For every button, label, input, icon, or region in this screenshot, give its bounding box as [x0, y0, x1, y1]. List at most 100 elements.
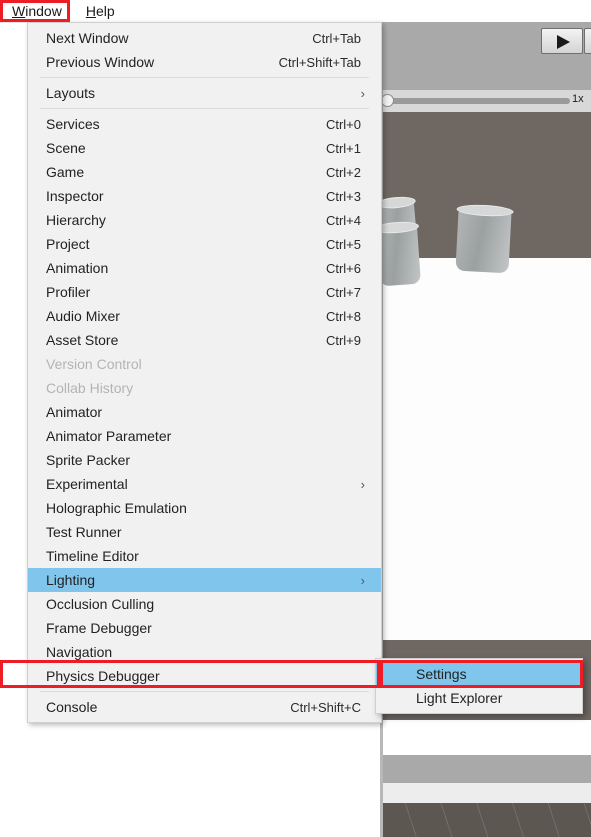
menu-item-timeline-editor[interactable]: Timeline Editor: [28, 544, 381, 568]
scene-grid: [380, 803, 591, 837]
menu-item-shortcut: Ctrl+Shift+C: [290, 699, 361, 715]
menu-item-label: Timeline Editor: [46, 548, 139, 564]
playback-speed-slider[interactable]: [390, 98, 570, 104]
menubar-item-help-rest: elp: [95, 3, 115, 19]
menubar-item-window-rest: indow: [25, 3, 62, 19]
menu-item-label: Console: [46, 699, 98, 715]
chevron-right-icon: ›: [360, 572, 365, 588]
menu-item-animator[interactable]: Animator: [28, 400, 381, 424]
menu-item-project[interactable]: Project Ctrl+5: [28, 232, 381, 256]
menu-item-shortcut: Ctrl+6: [325, 260, 361, 276]
menu-item-label: Animator: [46, 404, 103, 420]
menu-item-label: Physics Debugger: [46, 668, 160, 684]
menu-item-label: Experimental: [46, 476, 128, 492]
playback-speed-label: 1x: [572, 93, 584, 105]
menu-item-label: Holographic Emulation: [46, 500, 187, 516]
menu-separator: [40, 77, 369, 78]
menu-item-label: Version Control: [46, 356, 142, 372]
menu-item-version-control: Version Control: [28, 352, 381, 376]
menu-item-label: Profiler: [46, 284, 91, 300]
menu-item-shortcut: Ctrl+1: [325, 140, 361, 156]
play-icon: [557, 35, 570, 49]
menu-item-animator-parameter[interactable]: Animator Parameter: [28, 424, 381, 448]
menu-item-collab-history: Collab History: [28, 376, 381, 400]
menu-item-shortcut: Ctrl+7: [325, 284, 361, 300]
menu-item-shortcut: Ctrl+Shift+Tab: [278, 54, 361, 70]
menubar-item-window[interactable]: Window: [0, 0, 74, 22]
menu-item-label: Lighting: [46, 572, 96, 588]
menu-item-asset-store[interactable]: Asset Store Ctrl+9: [28, 328, 381, 352]
menu-item-shortcut: Ctrl+5: [325, 236, 361, 252]
menu-item-layouts[interactable]: Layouts ›: [28, 81, 381, 105]
scene-floor: [380, 258, 591, 640]
menu-item-label: Frame Debugger: [46, 620, 152, 636]
menu-item-frame-debugger[interactable]: Frame Debugger: [28, 616, 381, 640]
menu-item-lighting[interactable]: Lighting ›: [28, 568, 381, 592]
menu-separator: [40, 108, 369, 109]
menu-item-next-window[interactable]: Next Window Ctrl+Tab: [28, 26, 381, 50]
window-dropdown-menu: Next Window Ctrl+Tab Previous Window Ctrl+S…: [27, 22, 382, 723]
menubar: Window Help: [0, 0, 127, 22]
menu-item-animation[interactable]: Animation Ctrl+6: [28, 256, 381, 280]
menu-item-label: Inspector: [46, 188, 104, 204]
menu-item-label: Project: [46, 236, 90, 252]
menu-item-label: Light Explorer: [416, 690, 503, 706]
menubar-item-help[interactable]: Help: [74, 0, 127, 22]
scene-object-cup: [455, 203, 514, 274]
menu-item-shortcut: Ctrl+2: [325, 164, 361, 180]
menu-item-label: Previous Window: [46, 54, 155, 70]
menu-item-label: Next Window: [46, 30, 129, 46]
menu-item-label: Collab History: [46, 380, 134, 396]
menu-item-label: Services: [46, 116, 100, 132]
menu-separator: [40, 691, 369, 692]
menu-item-services[interactable]: Services Ctrl+0: [28, 112, 381, 136]
menu-item-settings[interactable]: Settings: [376, 662, 582, 686]
menu-item-audio-mixer[interactable]: Audio Mixer Ctrl+8: [28, 304, 381, 328]
scene-object-cup: [373, 220, 421, 287]
menu-item-label: Navigation: [46, 644, 113, 660]
menu-item-label: Sprite Packer: [46, 452, 131, 468]
menubar-item-window-mnemonic: W: [12, 3, 26, 19]
menu-item-inspector[interactable]: Inspector Ctrl+3: [28, 184, 381, 208]
menu-item-shortcut: Ctrl+8: [325, 308, 361, 324]
menu-item-label: Settings: [416, 666, 467, 682]
menu-item-label: Animation: [46, 260, 109, 276]
menu-item-label: Audio Mixer: [46, 308, 120, 324]
play-button[interactable]: [541, 28, 583, 54]
menu-item-holographic-emulation[interactable]: Holographic Emulation: [28, 496, 381, 520]
menu-item-shortcut: Ctrl+4: [325, 212, 361, 228]
menu-item-shortcut: Ctrl+0: [325, 116, 361, 132]
menu-item-test-runner[interactable]: Test Runner: [28, 520, 381, 544]
menu-item-label: Game: [46, 164, 85, 180]
menu-item-profiler[interactable]: Profiler Ctrl+7: [28, 280, 381, 304]
menu-item-hierarchy[interactable]: Hierarchy Ctrl+4: [28, 208, 381, 232]
lighting-submenu: Settings Light Explorer: [375, 658, 583, 714]
scene-band-white: [380, 783, 591, 803]
menu-item-label: Asset Store: [46, 332, 119, 348]
menu-item-sprite-packer[interactable]: Sprite Packer: [28, 448, 381, 472]
menu-item-label: Layouts: [46, 85, 96, 101]
menu-item-occlusion-culling[interactable]: Occlusion Culling: [28, 592, 381, 616]
menubar-item-help-mnemonic: H: [85, 3, 96, 19]
menu-item-label: Occlusion Culling: [46, 596, 155, 612]
menu-item-physics-debugger[interactable]: Physics Debugger: [28, 664, 381, 688]
menu-item-shortcut: Ctrl+9: [325, 332, 361, 348]
menu-item-label: Animator Parameter: [46, 428, 172, 444]
menu-item-experimental[interactable]: Experimental ›: [28, 472, 381, 496]
menu-item-navigation[interactable]: Navigation: [28, 640, 381, 664]
screenshot-root: 1x Window Help Next Window Ctrl+Tab Previo…: [0, 0, 591, 837]
pause-button[interactable]: [584, 28, 591, 54]
menu-item-scene[interactable]: Scene Ctrl+1: [28, 136, 381, 160]
menu-item-shortcut: Ctrl+3: [325, 188, 361, 204]
menu-item-label: Test Runner: [46, 524, 122, 540]
scene-band-light: [380, 755, 591, 783]
menu-item-light-explorer[interactable]: Light Explorer: [376, 686, 582, 710]
chevron-right-icon: ›: [360, 85, 365, 101]
menu-item-game[interactable]: Game Ctrl+2: [28, 160, 381, 184]
chevron-right-icon: ›: [360, 476, 365, 492]
menu-item-label: Scene: [46, 140, 86, 156]
menu-item-previous-window[interactable]: Previous Window Ctrl+Shift+Tab: [28, 50, 381, 74]
menu-item-shortcut: Ctrl+Tab: [312, 30, 361, 46]
menu-item-label: Hierarchy: [46, 212, 106, 228]
menu-item-console[interactable]: Console Ctrl+Shift+C: [28, 695, 381, 719]
